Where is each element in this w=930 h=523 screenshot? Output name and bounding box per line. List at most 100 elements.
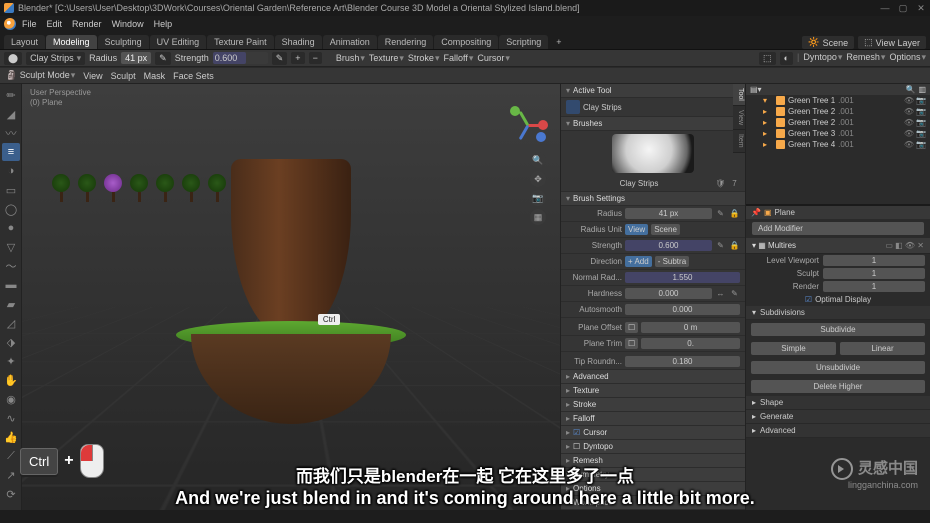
sec-advanced2[interactable]: ▸Advanced <box>746 424 930 438</box>
outliner-row[interactable]: ▸Green Tree 3.001👁📷 <box>746 128 930 139</box>
tool-blob-icon[interactable]: ● <box>2 219 20 237</box>
dir-sub-icon[interactable]: − <box>309 52 322 64</box>
options-dd[interactable]: Options▾ <box>889 52 926 65</box>
np-tip[interactable]: 0.180 <box>625 356 740 367</box>
tab-layout[interactable]: Layout <box>4 35 45 49</box>
sec-stroke[interactable]: ▸Stroke <box>561 398 745 412</box>
brush-selector[interactable]: Clay Strips▾ <box>26 52 85 65</box>
zoom-icon[interactable]: 🔍 <box>530 152 546 168</box>
camera-icon[interactable]: 📷 <box>530 190 546 206</box>
optimal-display[interactable]: Optimal Display <box>815 295 871 304</box>
tool-draw-icon[interactable]: ✏ <box>2 86 20 104</box>
dd-falloff[interactable]: Falloff▾ <box>443 53 473 64</box>
menu-edit[interactable]: Edit <box>43 19 67 29</box>
dd-texture[interactable]: Texture▾ <box>369 53 404 64</box>
tool-thumb-icon[interactable]: 👍 <box>2 428 20 446</box>
maximize-icon[interactable]: ▢ <box>898 3 908 13</box>
btn-subdivide[interactable]: Subdivide <box>751 323 925 336</box>
tool-grab-icon[interactable]: ✋ <box>2 371 20 389</box>
np-planeoff[interactable]: 0 m <box>641 322 740 333</box>
planetrim-check[interactable]: ☐ <box>625 338 638 349</box>
tool-snake-icon[interactable]: ∿ <box>2 409 20 427</box>
strength-slider[interactable]: 0.600 <box>213 52 268 64</box>
menu-view[interactable]: View <box>83 71 102 81</box>
btn-linear[interactable]: Linear <box>840 342 925 355</box>
pressure-icon[interactable]: ✎ <box>715 240 726 251</box>
tool-rotate-icon[interactable]: ⟳ <box>2 485 20 503</box>
tool-flatten-icon[interactable]: ▬ <box>2 276 20 294</box>
lock-icon[interactable]: 🔒 <box>729 208 740 219</box>
np-autosmooth[interactable]: 0.000 <box>625 304 740 315</box>
tab-shading[interactable]: Shading <box>275 35 322 49</box>
menu-sculpt[interactable]: Sculpt <box>111 71 136 81</box>
brush-preview-name[interactable]: Clay Strips <box>566 179 712 188</box>
panel-active-tool[interactable]: ▾Active Tool <box>561 84 745 98</box>
props-object[interactable]: Plane <box>775 208 795 217</box>
btn-unsubdivide[interactable]: Unsubdivide <box>751 361 925 374</box>
btn-delete-higher[interactable]: Delete Higher <box>751 380 925 393</box>
btn-simple[interactable]: Simple <box>751 342 836 355</box>
menu-render[interactable]: Render <box>68 19 106 29</box>
dir-sub[interactable]: - Subtra <box>655 256 689 267</box>
sec-shape[interactable]: ▸Shape <box>746 396 930 410</box>
np-radius[interactable]: 41 px <box>625 208 712 219</box>
tab-add[interactable]: + <box>549 35 568 49</box>
tool-scrape-icon[interactable]: ◿ <box>2 314 20 332</box>
tool-elastic-icon[interactable]: ◉ <box>2 390 20 408</box>
np-normal[interactable]: 1.550 <box>625 272 740 283</box>
strength-pressure-icon[interactable]: ✎ <box>272 52 288 65</box>
sec-workspace[interactable]: ▸Workspace <box>561 496 745 510</box>
pressure-icon[interactable]: ✎ <box>729 288 740 299</box>
overlay-toggle-icon[interactable]: ⬚ <box>759 52 776 65</box>
sec-dyntopo[interactable]: ▸☐Dyntopo <box>561 440 745 454</box>
modifier-header[interactable]: ▾ ▦ Multires▭ ◧ 👁 ✕ <box>746 238 930 254</box>
ru-view[interactable]: View <box>625 224 648 235</box>
outliner-row[interactable]: ▸Green Tree 2.001👁📷 <box>746 106 930 117</box>
viewlayer-selector[interactable]: ⬚ View Layer <box>858 36 926 49</box>
tool-pinch-icon[interactable]: ✦ <box>2 352 20 370</box>
menu-facesets[interactable]: Face Sets <box>173 71 214 81</box>
tab-rendering[interactable]: Rendering <box>378 35 434 49</box>
mode-selector[interactable]: 🗿 Sculpt Mode▾ <box>6 70 75 81</box>
sec-subdivisions[interactable]: ▾Subdivisions <box>746 306 930 320</box>
sec-remesh[interactable]: ▸Remesh <box>561 454 745 468</box>
panel-brushes[interactable]: ▾Brushes <box>561 117 745 131</box>
tool-fill-icon[interactable]: ▰ <box>2 295 20 313</box>
np-hardness[interactable]: 0.000 <box>625 288 712 299</box>
planeoff-check[interactable]: ☐ <box>625 322 638 333</box>
dir-add[interactable]: + Add <box>625 256 652 267</box>
tool-clay-icon[interactable]: 〰 <box>2 124 20 142</box>
tool-nudge-icon[interactable]: ↗ <box>2 466 20 484</box>
search-icon[interactable]: 🔍 <box>905 85 915 94</box>
sec-advanced[interactable]: ▸Advanced <box>561 370 745 384</box>
tab-scripting[interactable]: Scripting <box>499 35 548 49</box>
tool-claystrips-icon[interactable]: ≡ <box>2 143 20 161</box>
level-render[interactable]: 1 <box>823 281 925 292</box>
sec-texture[interactable]: ▸Texture <box>561 384 745 398</box>
ru-scene[interactable]: Scene <box>651 224 680 235</box>
np-planetrim[interactable]: 0. <box>641 338 740 349</box>
tab-modeling[interactable]: Modeling <box>46 35 97 49</box>
level-viewport[interactable]: 1 <box>823 255 925 266</box>
minimize-icon[interactable]: — <box>880 3 890 13</box>
brush-fake-icon[interactable]: 🛡 <box>715 178 726 189</box>
np-strength[interactable]: 0.600 <box>625 240 712 251</box>
brush-preview[interactable] <box>612 134 694 173</box>
tab-texpaint[interactable]: Texture Paint <box>207 35 274 49</box>
menu-mask[interactable]: Mask <box>144 71 166 81</box>
tool-layer-icon[interactable]: ▭ <box>2 181 20 199</box>
dd-cursor[interactable]: Cursor▾ <box>477 53 510 64</box>
scene-selector[interactable]: 🔆 Scene <box>802 36 854 49</box>
level-sculpt[interactable]: 1 <box>823 268 925 279</box>
tab-animation[interactable]: Animation <box>323 35 377 49</box>
menu-window[interactable]: Window <box>108 19 148 29</box>
vtab-view[interactable]: View <box>733 106 745 130</box>
remesh-dd[interactable]: Remesh▾ <box>846 52 885 65</box>
tool-drawsharp-icon[interactable]: ◢ <box>2 105 20 123</box>
nav-gizmo[interactable] <box>508 104 548 144</box>
tool-smooth-icon[interactable]: 〜 <box>2 257 20 275</box>
dyntopo-dd[interactable]: Dyntopo▾ <box>803 52 842 65</box>
shading-toggle-icon[interactable]: ◐ <box>780 52 793 65</box>
lock-icon[interactable]: 🔒 <box>729 240 740 251</box>
vtab-item[interactable]: Item <box>733 130 745 153</box>
